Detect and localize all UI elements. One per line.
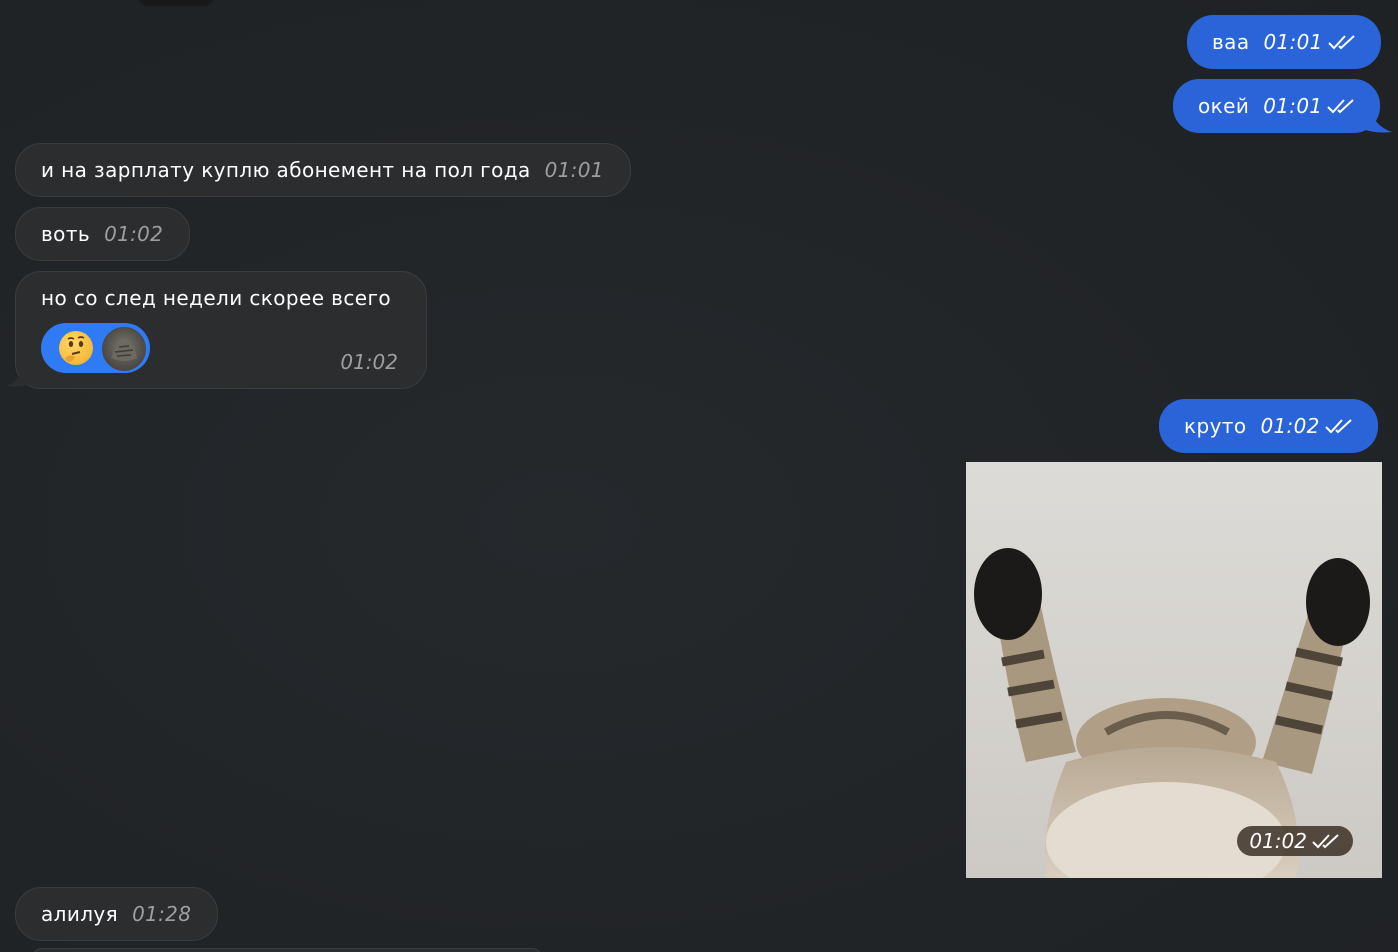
message-text: окей	[1198, 94, 1250, 118]
message-time: 01:02	[1260, 414, 1320, 438]
message-text: алилуя	[41, 902, 119, 926]
avatar[interactable]	[102, 327, 146, 371]
incoming-message[interactable]: воть 01:02	[15, 207, 191, 261]
message-time: 01:28	[132, 902, 192, 926]
message-text: круто	[1184, 414, 1247, 438]
video-sticker[interactable]: 01:02	[966, 462, 1382, 878]
message-text: и на зарплату куплю абонемент на пол год…	[41, 158, 531, 182]
message-time: 01:02	[340, 350, 398, 374]
incoming-message[interactable]: и на зарплату куплю абонемент на пол год…	[15, 143, 631, 197]
message-time: 01:02	[1249, 829, 1307, 853]
message-text: ваа	[1212, 30, 1250, 54]
double-check-icon	[1324, 419, 1352, 434]
outgoing-message[interactable]: круто 01:02	[1159, 399, 1378, 453]
incoming-message[interactable]: но со след недели скорее всего 01:02	[15, 271, 427, 389]
reaction-chip[interactable]	[41, 323, 150, 373]
message-text: воть	[41, 222, 91, 246]
double-check-icon	[1312, 834, 1339, 849]
cat-raising-paws-image	[966, 462, 1382, 878]
message-time: 01:01	[1263, 94, 1323, 118]
bubble-tail	[1360, 108, 1392, 133]
media-timestamp: 01:02	[1237, 826, 1353, 856]
outgoing-message[interactable]: ваа 01:01	[1187, 15, 1381, 69]
message-time: 01:02	[104, 222, 164, 246]
previous-message-edge	[138, 0, 214, 6]
outgoing-message[interactable]: окей 01:01	[1173, 79, 1381, 133]
incoming-message[interactable]: алилуя 01:28	[15, 887, 219, 941]
bubble-tail	[6, 362, 36, 387]
message-text: но со след недели скорее всего	[41, 286, 391, 310]
double-check-icon	[1327, 99, 1355, 114]
message-time: 01:01	[544, 158, 604, 182]
chat-history: ваа 01:01 окей 01:01 и на зарплату куплю…	[0, 0, 1398, 952]
thinking-face-icon	[59, 331, 93, 365]
next-message-edge	[32, 948, 542, 952]
double-check-icon	[1327, 35, 1355, 50]
message-time: 01:01	[1263, 30, 1323, 54]
